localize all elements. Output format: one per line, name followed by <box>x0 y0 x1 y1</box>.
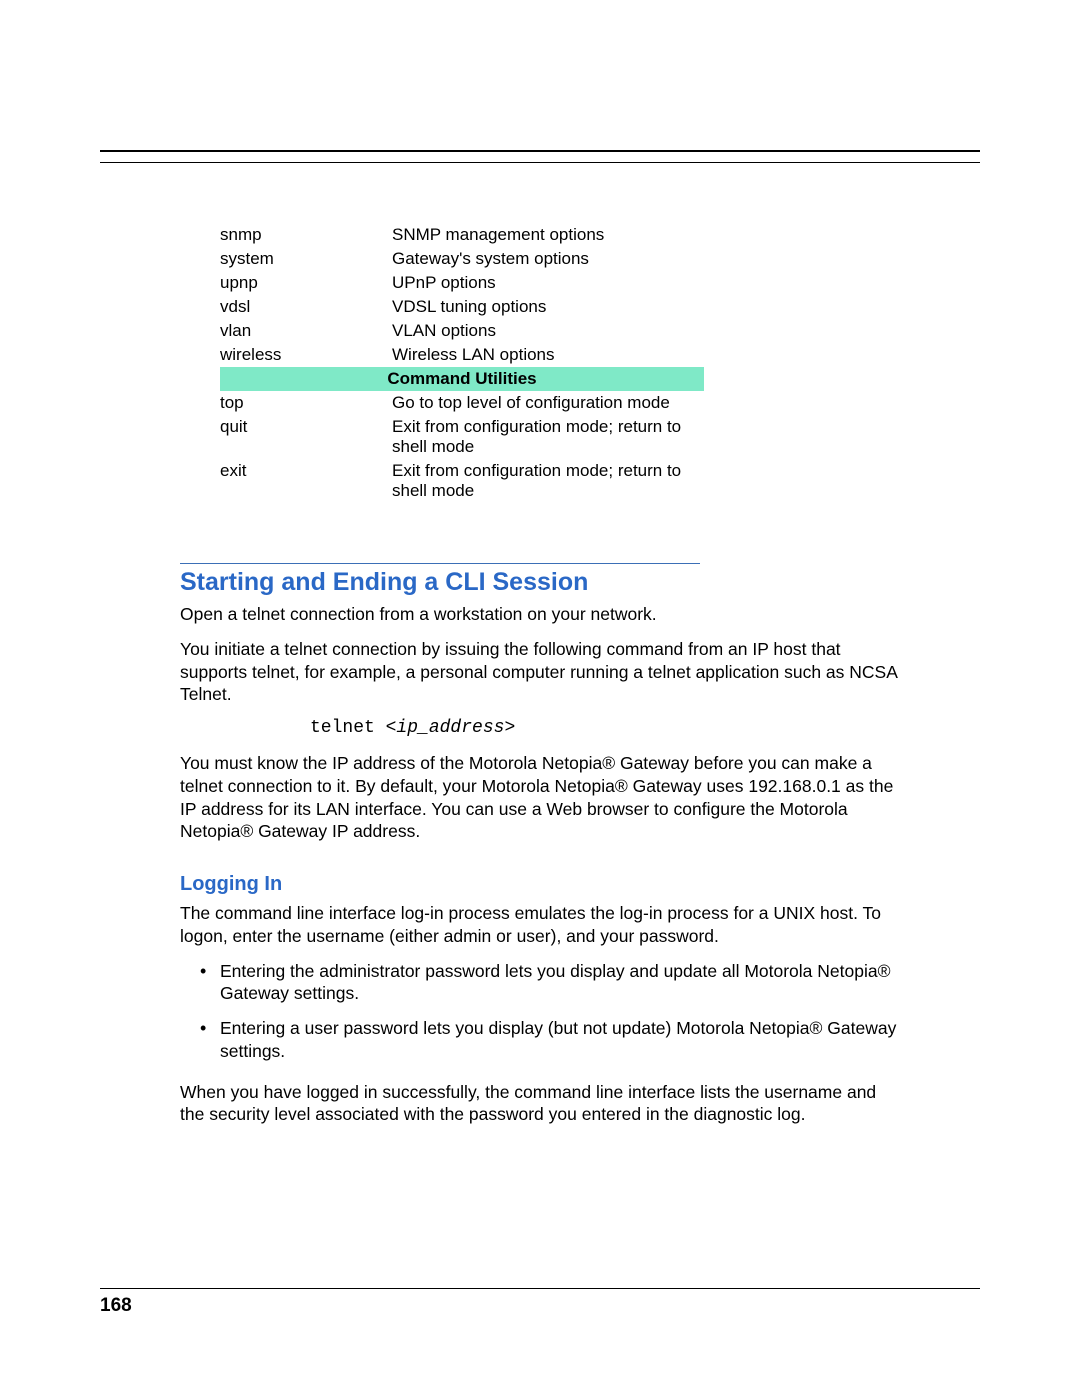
cmd-cell: system <box>220 247 392 271</box>
cmd-cell: top <box>220 391 392 415</box>
code-text: telnet < <box>310 718 396 738</box>
code-example: telnet <ip_address> <box>310 718 900 738</box>
cmd-cell: vdsl <box>220 295 392 319</box>
table-row: upnp UPnP options <box>220 271 704 295</box>
table-row: quit Exit from configuration mode; retur… <box>220 415 704 459</box>
table-row: snmp SNMP management options <box>220 223 704 247</box>
top-thin-rule <box>100 162 980 163</box>
desc-cell: Exit from configuration mode; return to … <box>392 459 704 503</box>
top-heavy-rule <box>100 150 980 152</box>
cmd-cell: quit <box>220 415 392 459</box>
section-rule <box>180 563 700 564</box>
footer-rule <box>100 1288 980 1289</box>
code-argument: ip_address <box>396 718 504 738</box>
desc-cell: Wireless LAN options <box>392 343 704 367</box>
table-header-row: Command Utilities <box>220 367 704 391</box>
cmd-cell: exit <box>220 459 392 503</box>
paragraph: When you have logged in successfully, th… <box>180 1081 900 1127</box>
desc-cell: Gateway's system options <box>392 247 704 271</box>
page: snmp SNMP management options system Gate… <box>0 0 1080 1397</box>
desc-cell: Exit from configuration mode; return to … <box>392 415 704 459</box>
desc-cell: VDSL tuning options <box>392 295 704 319</box>
cmd-cell: vlan <box>220 319 392 343</box>
list-item: Entering a user password lets you displa… <box>202 1017 900 1063</box>
table-row: vlan VLAN options <box>220 319 704 343</box>
desc-cell: VLAN options <box>392 319 704 343</box>
desc-cell: Go to top level of configuration mode <box>392 391 704 415</box>
cmd-cell: wireless <box>220 343 392 367</box>
table-row: wireless Wireless LAN options <box>220 343 704 367</box>
desc-cell: SNMP management options <box>392 223 704 247</box>
paragraph: You must know the IP address of the Moto… <box>180 752 900 843</box>
list-item: Entering the administrator password lets… <box>202 960 900 1006</box>
section-heading: Starting and Ending a CLI Session <box>180 568 900 597</box>
table-row: top Go to top level of configuration mod… <box>220 391 704 415</box>
bullet-list: Entering the administrator password lets… <box>180 960 900 1063</box>
table-section-header: Command Utilities <box>220 367 704 391</box>
table-row: system Gateway's system options <box>220 247 704 271</box>
footer: 168 <box>100 1288 980 1317</box>
paragraph: You initiate a telnet connection by issu… <box>180 638 900 706</box>
paragraph: Open a telnet connection from a workstat… <box>180 603 900 626</box>
content-area: snmp SNMP management options system Gate… <box>180 223 900 1126</box>
command-table: snmp SNMP management options system Gate… <box>220 223 704 503</box>
paragraph: The command line interface log-in proces… <box>180 902 900 948</box>
desc-cell: UPnP options <box>392 271 704 295</box>
code-text: > <box>504 718 515 738</box>
table-row: exit Exit from configuration mode; retur… <box>220 459 704 503</box>
subsection-heading: Logging In <box>180 873 900 896</box>
page-number: 168 <box>100 1295 980 1317</box>
cmd-cell: upnp <box>220 271 392 295</box>
table-row: vdsl VDSL tuning options <box>220 295 704 319</box>
cmd-cell: snmp <box>220 223 392 247</box>
